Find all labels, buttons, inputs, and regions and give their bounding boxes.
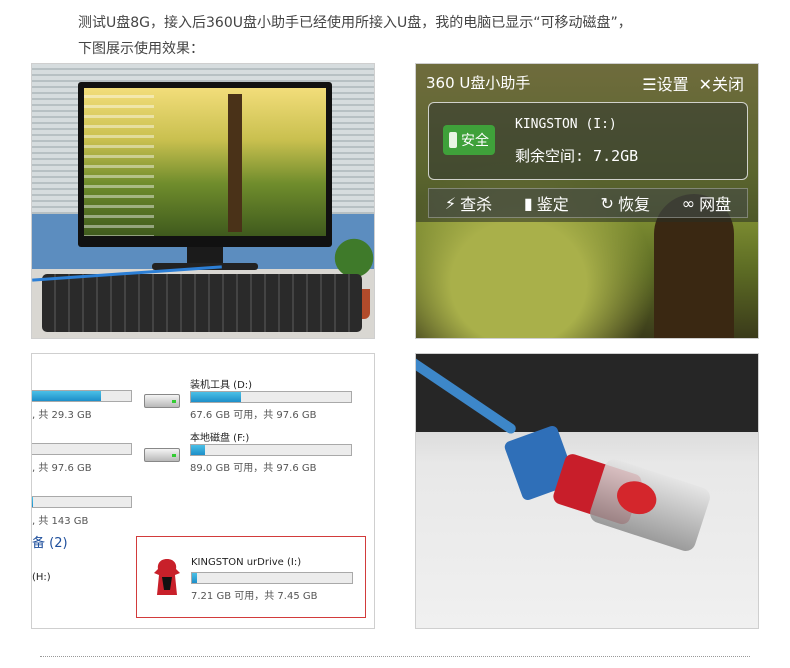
desktop-icons xyxy=(84,88,154,236)
cloud-icon: ∞ xyxy=(681,193,696,213)
scan-button[interactable]: ⚡ 查杀 xyxy=(445,191,492,215)
monitor xyxy=(78,82,332,247)
usb-photo xyxy=(415,353,759,629)
assistant-screenshot: 360 U盘小助手 ☰设置 ✕关闭 安全 KINGSTON (I:) 剩余空间:… xyxy=(415,63,759,339)
left-drive-cap-3: , 共 143 GB xyxy=(32,516,89,527)
usb-drive-highlight[interactable]: KINGSTON urDrive (I:) 7.21 GB 可用，共 7.45 … xyxy=(136,536,366,618)
safe-badge: 安全 xyxy=(443,125,495,155)
dotted-divider xyxy=(40,656,750,657)
usb-icon: ▮ xyxy=(523,193,533,213)
safe-badge-label: 安全 xyxy=(461,133,489,149)
left-drive-cap-2: , 共 97.6 GB xyxy=(32,463,92,474)
assistant-menu: ☰设置 ✕关闭 xyxy=(642,71,744,95)
intro-line-1: 测试U盘8G，接入后360U盘小助手已经使用所接入U盘，我的电脑已显示“可移动磁… xyxy=(78,15,632,31)
netdisk-button[interactable]: ∞ 网盘 xyxy=(682,191,731,215)
drive-h-label[interactable]: (H:) xyxy=(32,572,51,583)
usb-drive-name: KINGSTON urDrive (I:) xyxy=(191,557,302,568)
left-drive-fill-3 xyxy=(32,497,33,507)
drive-f-fill xyxy=(191,445,206,455)
identify-label: 鉴定 xyxy=(536,195,569,214)
assistant-toolbar: ⚡ 查杀 ▮ 鉴定 ↻ 恢复 ∞ 网盘 xyxy=(428,188,748,218)
usb-drive-bar xyxy=(191,572,353,584)
close-button[interactable]: ✕关闭 xyxy=(699,71,744,95)
hard-drive-icon xyxy=(144,442,180,462)
assistant-panel: 360 U盘小助手 ☰设置 ✕关闭 安全 KINGSTON (I:) 剩余空间:… xyxy=(416,64,758,222)
explorer-screenshot: , 共 29.3 GB , 共 97.6 GB , 共 143 GB 装机工具 … xyxy=(31,353,375,629)
drive-card: 安全 KINGSTON (I:) 剩余空间: 7.2GB xyxy=(428,102,748,180)
keyboard xyxy=(42,274,362,332)
assistant-title: 360 U盘小助手 xyxy=(426,74,531,92)
shield-icon xyxy=(449,132,457,148)
drive-d-bar xyxy=(190,391,352,403)
hard-drive-icon xyxy=(144,388,180,408)
drive-d-name[interactable]: 装机工具 (D:) xyxy=(190,376,252,391)
intro-text: 测试U盘8G，接入后360U盘小助手已经使用所接入U盘，我的电脑已显示“可移动磁… xyxy=(78,10,768,62)
wallpaper-tree xyxy=(228,94,242,232)
free-space: 剩余空间: 7.2GB xyxy=(515,147,639,165)
left-drive-bar-2 xyxy=(32,443,132,455)
identify-button[interactable]: ▮ 鉴定 xyxy=(524,191,569,215)
kingston-usb-drive xyxy=(549,444,713,554)
scan-label: 查杀 xyxy=(460,195,493,214)
left-drive-fill-1 xyxy=(32,391,101,401)
drive-d-cap: 67.6 GB 可用，共 97.6 GB xyxy=(190,410,317,421)
kingston-logo-icon xyxy=(154,559,180,595)
restore-button[interactable]: ↻ 恢复 xyxy=(601,191,650,215)
usb-drive-fill xyxy=(192,573,197,583)
drive-f-name[interactable]: 本地磁盘 (F:) xyxy=(190,429,249,444)
removable-group-header[interactable]: 备 (2) xyxy=(32,532,68,551)
drive-f-cap: 89.0 GB 可用，共 97.6 GB xyxy=(190,463,317,474)
drive-name: KINGSTON (I:) xyxy=(515,117,617,132)
restore-label: 恢复 xyxy=(617,195,650,214)
restore-icon: ↻ xyxy=(600,193,614,213)
bolt-icon: ⚡ xyxy=(444,193,457,213)
left-drive-cap-1: , 共 29.3 GB xyxy=(32,410,92,421)
usb-drive-cap: 7.21 GB 可用，共 7.45 GB xyxy=(191,591,318,602)
drive-f-bar xyxy=(190,444,352,456)
intro-line-2: 下图展示使用效果： xyxy=(78,41,204,57)
settings-button[interactable]: ☰设置 xyxy=(642,71,688,95)
drive-d-fill xyxy=(191,392,241,402)
desk-photo xyxy=(31,63,375,339)
left-drive-bar-1 xyxy=(32,390,132,402)
left-drive-bar-3 xyxy=(32,496,132,508)
netdisk-label: 网盘 xyxy=(699,195,732,214)
